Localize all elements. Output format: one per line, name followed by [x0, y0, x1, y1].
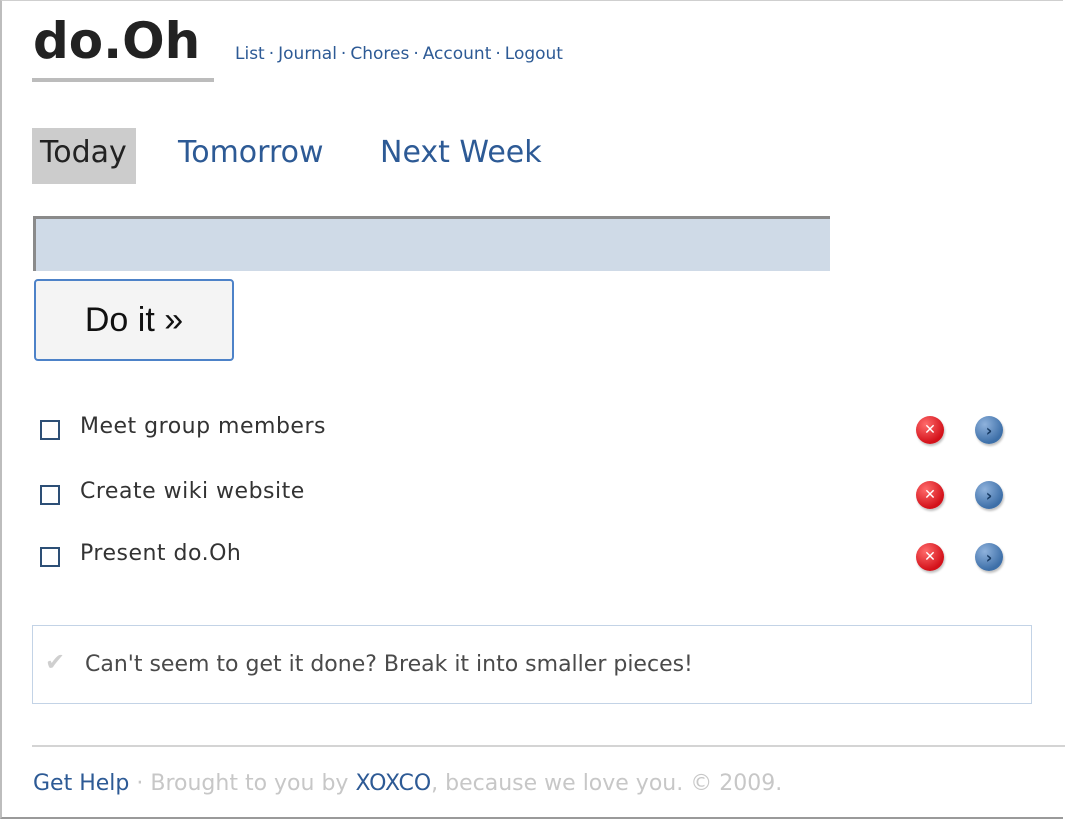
- task-checkbox[interactable]: [40, 485, 60, 505]
- delete-task-icon[interactable]: ✕: [916, 416, 944, 444]
- nav-link-logout[interactable]: Logout: [505, 44, 563, 64]
- move-task-icon[interactable]: ›: [975, 543, 1003, 571]
- footer: Get Help · Brought to you by XOXCO, beca…: [33, 771, 782, 796]
- tab-tomorrow[interactable]: Tomorrow: [178, 128, 324, 184]
- tip-box: ✔ Can't seem to get it done? Break it in…: [32, 625, 1032, 704]
- move-task-icon[interactable]: ›: [975, 481, 1003, 509]
- task-checkbox[interactable]: [40, 420, 60, 440]
- xoxco-link[interactable]: XOXCO: [355, 771, 431, 796]
- task-item: Create wiki website ✕ ›: [38, 471, 1018, 511]
- footer-tail-text: , because we love you. © 2009.: [431, 771, 783, 796]
- nav-link-list[interactable]: List: [235, 44, 265, 64]
- top-nav: List · Journal · Chores · Account · Logout: [235, 44, 563, 64]
- get-help-link[interactable]: Get Help: [33, 771, 129, 796]
- delete-task-icon[interactable]: ✕: [916, 481, 944, 509]
- footer-brought-text: Brought to you by: [150, 771, 349, 796]
- task-item: Meet group members ✕ ›: [38, 406, 1018, 446]
- nav-link-chores[interactable]: Chores: [350, 44, 409, 64]
- nav-link-account[interactable]: Account: [423, 44, 492, 64]
- checkmark-icon: ✔: [45, 648, 66, 676]
- new-task-input[interactable]: [33, 216, 830, 271]
- tip-text: Can't seem to get it done? Break it into…: [85, 652, 693, 677]
- task-label: Create wiki website: [80, 479, 305, 504]
- task-label: Meet group members: [80, 414, 326, 439]
- nav-separator: ·: [268, 44, 275, 64]
- move-task-icon[interactable]: ›: [975, 416, 1003, 444]
- nav-separator: ·: [495, 44, 501, 64]
- nav-separator: ·: [340, 44, 347, 64]
- footer-divider: [32, 745, 1065, 747]
- tab-next-week[interactable]: Next Week: [380, 128, 542, 184]
- delete-task-icon[interactable]: ✕: [916, 543, 944, 571]
- app-logo[interactable]: do.Oh: [33, 12, 200, 70]
- footer-separator: ·: [136, 771, 144, 796]
- nav-separator: ·: [413, 44, 419, 64]
- logo-underline: [32, 78, 214, 82]
- nav-link-journal[interactable]: Journal: [278, 44, 337, 64]
- tab-today[interactable]: Today: [32, 128, 136, 184]
- task-label: Present do.Oh: [80, 541, 242, 566]
- do-it-button[interactable]: Do it »: [34, 279, 234, 361]
- task-checkbox[interactable]: [40, 547, 60, 567]
- task-item: Present do.Oh ✕ ›: [38, 533, 1018, 573]
